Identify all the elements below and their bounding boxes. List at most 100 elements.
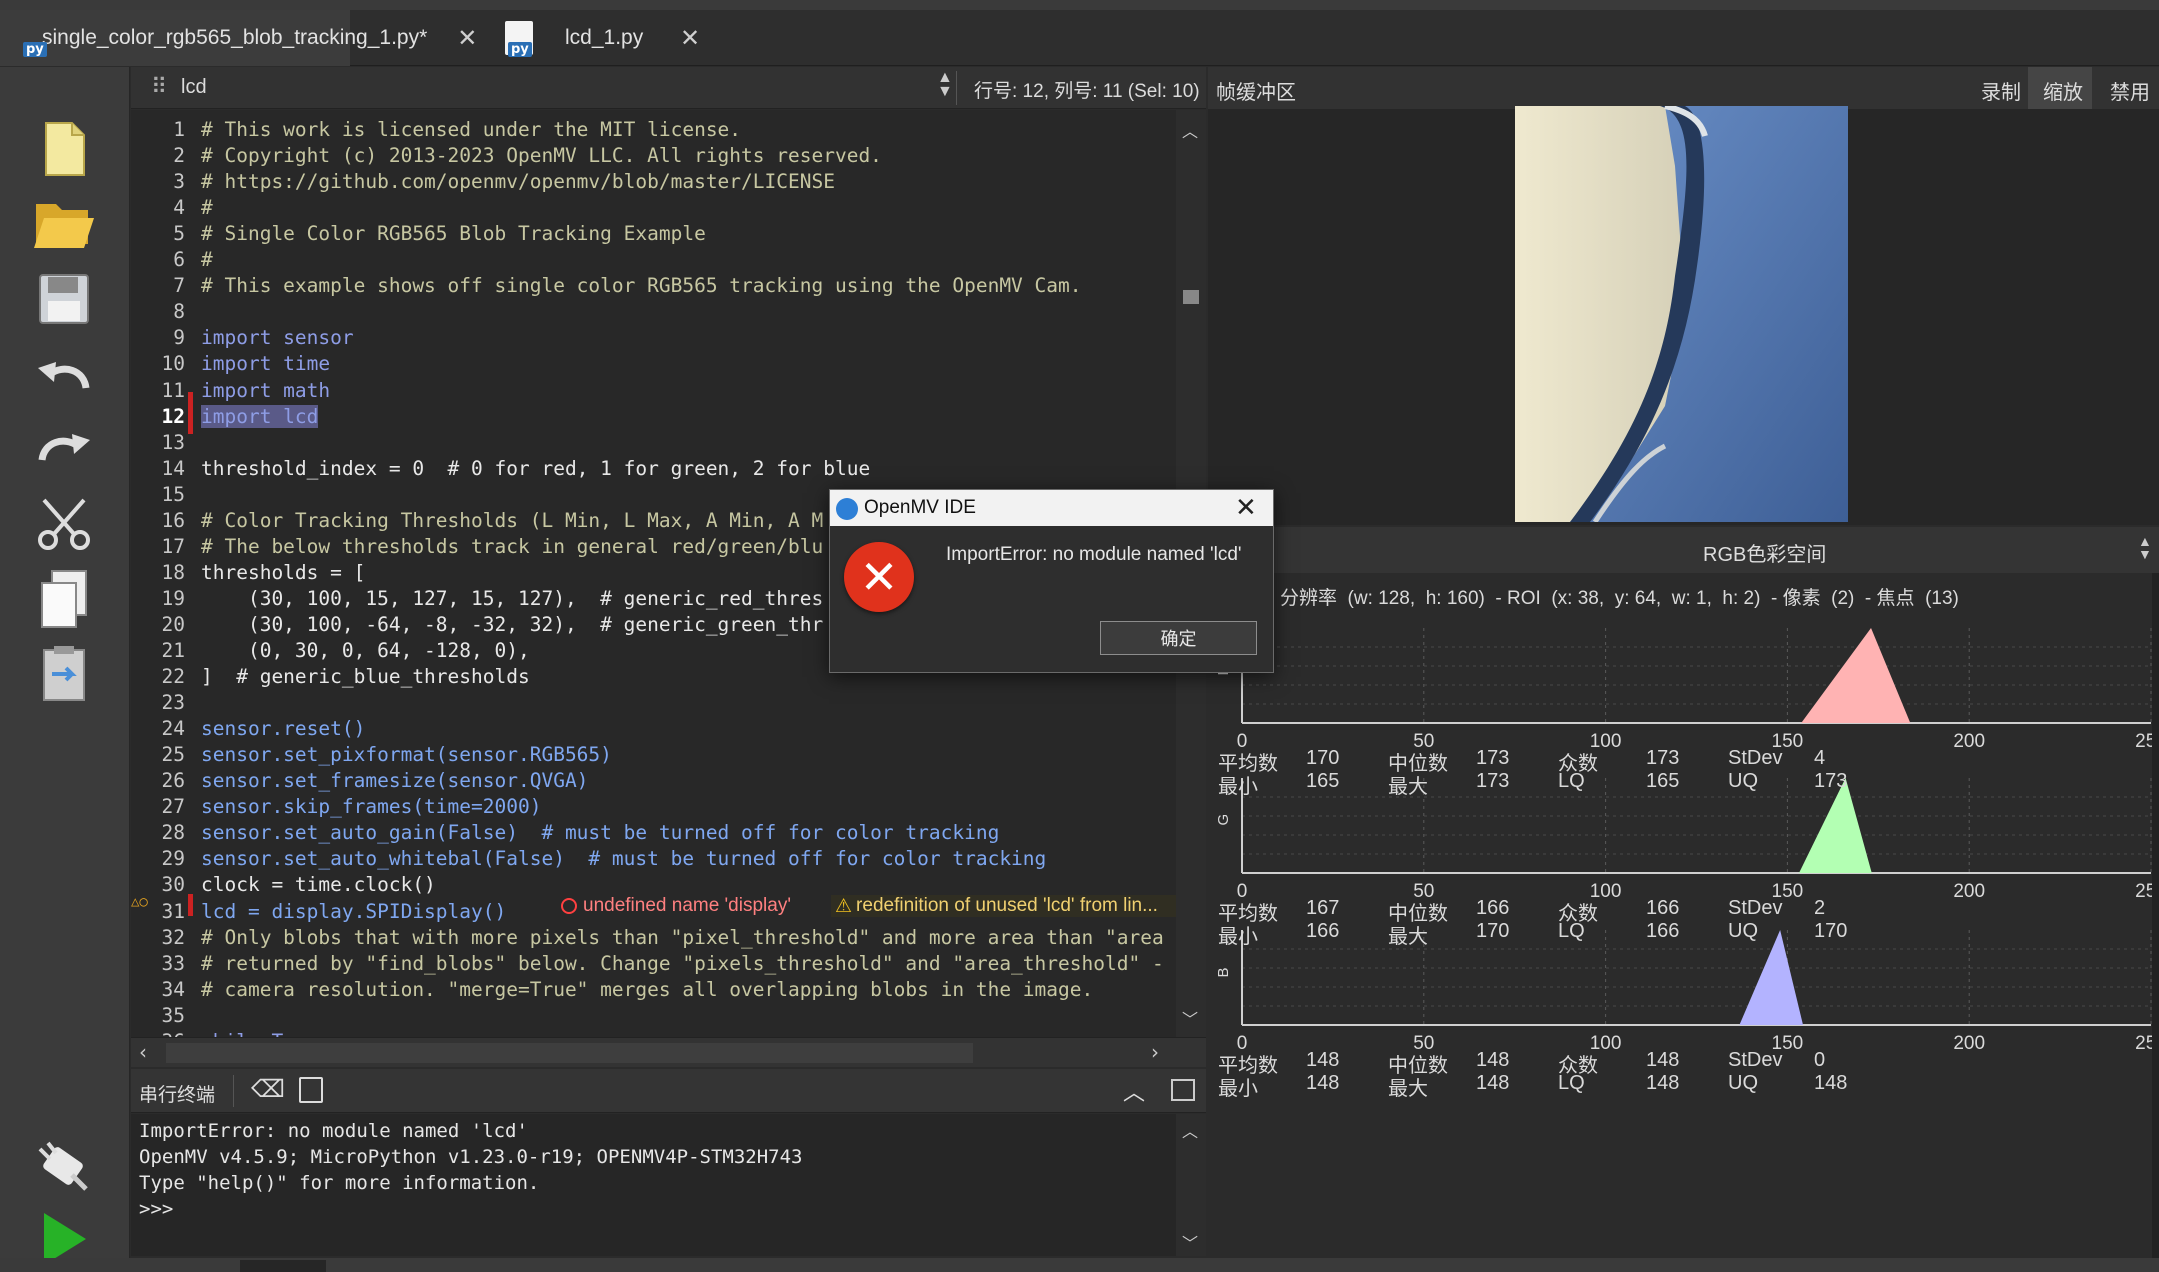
zoom-button[interactable]: 缩放 xyxy=(2043,76,2083,105)
scroll-right-icon[interactable]: › xyxy=(1151,1040,1159,1064)
code-line[interactable]: while True: xyxy=(201,1030,330,1037)
editor-header: ⠿ lcd ▲ ▼ 行号: 12, 列号: 11 (Sel: 10) xyxy=(131,67,1206,109)
float-panel-icon[interactable] xyxy=(1171,1079,1195,1101)
code-line[interactable]: (0, 30, 0, 64, -128, 0), xyxy=(201,639,530,662)
line-number: 19 xyxy=(161,586,185,610)
line-number: 32 xyxy=(161,925,185,949)
copy-button[interactable] xyxy=(28,567,100,631)
code-line[interactable]: # The below thresholds track in general … xyxy=(201,535,823,558)
stat-value-min: 148 xyxy=(1306,1072,1340,1094)
line-number: 13 xyxy=(161,430,185,454)
stat-label-lq: LQ xyxy=(1558,920,1585,942)
new-file-icon xyxy=(45,122,85,176)
paste-button[interactable] xyxy=(28,642,100,706)
record-button[interactable]: 录制 xyxy=(1981,76,2021,105)
terminal-output[interactable]: ImportError: no module named 'lcd' OpenMV… xyxy=(131,1114,1176,1256)
tab-lcd-script[interactable]: lcd_1.py ✕ xyxy=(355,10,700,66)
error-annotation-text: undefined name 'display' xyxy=(583,895,791,916)
code-line[interactable]: # returned by "find_blobs" below. Change… xyxy=(201,952,1164,975)
clear-terminal-icon[interactable]: ⌫ xyxy=(251,1075,285,1104)
code-line[interactable]: sensor.set_auto_whitebal(False) # must b… xyxy=(201,847,1046,870)
code-line[interactable]: sensor.set_framesize(sensor.QVGA) xyxy=(201,769,588,792)
terminal-title: 串行终端 xyxy=(139,1085,216,1106)
open-file-button[interactable] xyxy=(28,192,100,256)
save-log-icon[interactable] xyxy=(299,1077,323,1103)
code-line[interactable]: sensor.set_pixformat(sensor.RGB565) xyxy=(201,743,612,766)
channel-label: G xyxy=(1215,814,1232,826)
code-line[interactable]: import sensor xyxy=(201,326,354,349)
code-line[interactable]: (30, 100, -64, -8, -32, 32), # generic_g… xyxy=(201,613,823,636)
scroll-up-icon[interactable]: ︿ xyxy=(1182,118,1198,142)
cut-button[interactable] xyxy=(28,492,100,556)
save-button[interactable] xyxy=(28,267,100,331)
code-line[interactable]: threshold_index = 0 # 0 for red, 1 for g… xyxy=(201,457,870,480)
tab-main-script[interactable]: single_color_rgb565_blob_tracking_1.py* … xyxy=(0,10,477,66)
scroll-up-icon[interactable]: ︿ xyxy=(1182,1118,1198,1142)
openmv-logo-icon xyxy=(836,498,858,520)
code-line[interactable]: # https://github.com/openmv/openmv/blob/… xyxy=(201,170,835,193)
scroll-thumb[interactable] xyxy=(1183,290,1199,304)
stat-value-stdev: 2 xyxy=(1814,897,1826,919)
copy-icon xyxy=(41,570,87,628)
line-number: 23 xyxy=(161,691,185,715)
histogram-scrollbar[interactable] xyxy=(2152,573,2159,1258)
new-file-button[interactable] xyxy=(28,117,100,181)
editor-horizontal-scrollbar[interactable]: ‹ › xyxy=(131,1037,1206,1067)
code-line[interactable]: ] # generic_blue_thresholds xyxy=(201,665,530,688)
connect-button[interactable] xyxy=(28,1137,100,1201)
code-line[interactable]: # camera resolution. "merge=True" merges… xyxy=(201,978,1093,1001)
selector-arrows-icon[interactable]: ▲ ▼ xyxy=(2138,534,2152,561)
code-line[interactable]: # xyxy=(201,248,213,271)
code-line[interactable]: # This example shows off single color RG… xyxy=(201,274,1082,297)
line-number: 33 xyxy=(161,951,185,975)
symbol-selector[interactable]: lcd xyxy=(181,76,207,99)
left-toolbar xyxy=(0,67,130,1272)
stat-value-mode: 148 xyxy=(1646,1049,1680,1071)
code-line[interactable]: # This work is licensed under the MIT li… xyxy=(201,118,741,141)
drag-handle-icon[interactable]: ⠿ xyxy=(151,74,167,100)
line-number: 15 xyxy=(161,482,185,506)
code-line[interactable]: # Only blobs that with more pixels than … xyxy=(201,926,1164,949)
terminal-line: Type "help()" for more information. xyxy=(139,1172,540,1194)
terminal-line: ImportError: no module named 'lcd' xyxy=(139,1120,528,1142)
line-number: 36 xyxy=(131,1030,185,1037)
code-line[interactable]: thresholds = [ xyxy=(201,561,365,584)
stat-value-lq: 165 xyxy=(1646,770,1680,792)
chevron-up-icon[interactable]: ︿ xyxy=(1123,1075,1145,1107)
code-line[interactable]: import math xyxy=(201,379,330,402)
scroll-thumb[interactable] xyxy=(166,1043,973,1063)
ok-button[interactable]: 确定 xyxy=(1100,621,1257,655)
scroll-down-icon[interactable]: ﹀ xyxy=(1182,1006,1198,1030)
undo-button[interactable] xyxy=(28,345,100,409)
scroll-down-icon[interactable]: ﹀ xyxy=(1182,1230,1198,1254)
code-line[interactable]: import time xyxy=(201,352,330,375)
code-line[interactable]: clock = time.clock() xyxy=(201,873,436,896)
line-number: 7 xyxy=(173,274,185,298)
code-line[interactable]: # Single Color RGB565 Blob Tracking Exam… xyxy=(201,222,706,245)
code-line[interactable]: sensor.reset() xyxy=(201,717,365,740)
framebuffer-view xyxy=(1208,106,2159,525)
selector-arrows-icon[interactable]: ▲ ▼ xyxy=(937,70,953,100)
line-number: 14 xyxy=(161,456,185,480)
close-icon[interactable]: ✕ xyxy=(680,24,700,53)
code-line[interactable]: lcd = display.SPIDisplay() xyxy=(201,900,506,923)
disable-button[interactable]: 禁用 xyxy=(2110,76,2150,105)
code-line[interactable]: sensor.skip_frames(time=2000) xyxy=(201,795,541,818)
color-space-selector[interactable]: RGB色彩空间 xyxy=(1703,538,1826,567)
paste-icon xyxy=(43,646,85,701)
code-line[interactable]: # xyxy=(201,196,213,219)
code-line[interactable]: # Color Tracking Thresholds (L Min, L Ma… xyxy=(201,509,823,532)
line-number: 10 xyxy=(161,352,185,376)
code-line[interactable]: # Copyright (c) 2013-2023 OpenMV LLC. Al… xyxy=(201,144,882,167)
close-icon[interactable]: ✕ xyxy=(1235,492,1257,523)
warning-annotation-text: redefinition of unused 'lcd' from lin... xyxy=(856,895,1158,916)
code-line[interactable]: (30, 100, 15, 127, 15, 127), # generic_r… xyxy=(201,587,823,610)
scroll-left-icon[interactable]: ‹ xyxy=(139,1040,147,1064)
line-number: 31 xyxy=(161,899,185,923)
line-number: 16 xyxy=(161,508,185,532)
code-line[interactable]: sensor.set_auto_gain(False) # must be tu… xyxy=(201,821,999,844)
terminal-scrollbar[interactable]: ︿ ﹀ xyxy=(1176,1114,1206,1256)
redo-button[interactable] xyxy=(28,417,100,481)
code-line[interactable]: import lcd xyxy=(201,404,319,428)
stat-value-lq: 166 xyxy=(1646,920,1680,942)
